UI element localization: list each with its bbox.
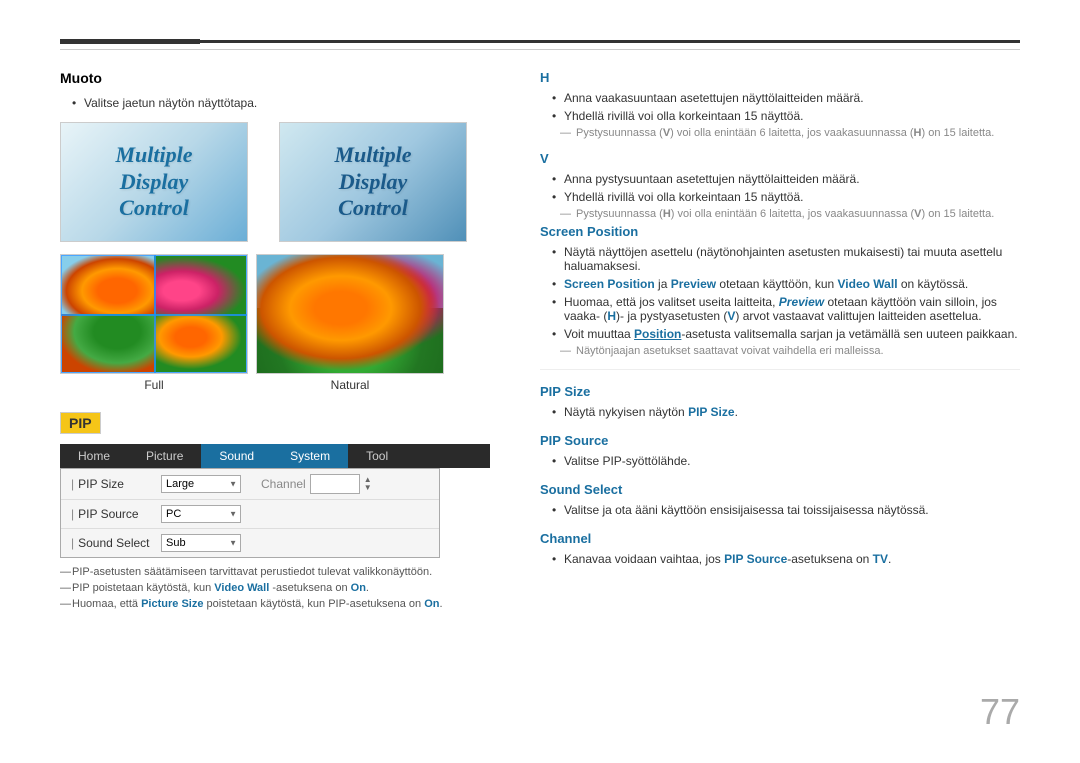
h-section-title: H xyxy=(540,70,1020,85)
pip-menu-home[interactable]: Home xyxy=(60,444,128,468)
sound-select-label: Sound Select xyxy=(71,536,161,550)
display-card-1: Multiple Display Control xyxy=(60,122,248,242)
image-item-natural: Natural xyxy=(256,254,444,392)
screen-pos-bullet-4: Voit muuttaa Position-asetusta valitsema… xyxy=(552,327,1020,341)
h-bullet-1: Anna vaakasuuntaan asetettujen näyttölai… xyxy=(552,91,1020,105)
spinner-down[interactable]: ▼ xyxy=(362,484,374,492)
pip-notes: PIP-asetusten säätämiseen tarvittavat pe… xyxy=(60,566,490,610)
display-cards-top: Multiple Display Control Multiple Displa… xyxy=(60,122,490,242)
right-separator xyxy=(540,369,1020,370)
pip-menu-bar: Home Picture Sound System Tool xyxy=(60,444,490,468)
display-card-2-text: Multiple Display Control xyxy=(334,142,411,221)
screen-position-title: Screen Position xyxy=(540,224,1020,239)
channel-input[interactable] xyxy=(310,474,360,494)
pip-badge: PIP xyxy=(60,412,101,434)
muoto-bullet-1: Valitse jaetun näytön näyttötapa. xyxy=(72,96,490,110)
pip-source-select-wrapper[interactable]: PC HDMI TV xyxy=(161,505,241,523)
top-rule-thin xyxy=(60,49,1020,50)
image-pair: Full Natural xyxy=(60,254,490,392)
screen-pos-bullet-2: Screen Position ja Preview otetaan käytt… xyxy=(552,277,1020,291)
h-bullet-2: Yhdellä rivillä voi olla korkeintaan 15 … xyxy=(552,109,1020,123)
page-container: Muoto Valitse jaetun näytön näyttötapa. … xyxy=(0,0,1080,763)
pip-size-select[interactable]: Large Medium Small xyxy=(161,475,241,493)
pip-section: PIP Home Picture Sound System Tool PIP S… xyxy=(60,412,490,610)
pip-menu-system[interactable]: System xyxy=(272,444,348,468)
main-content: Muoto Valitse jaetun näytön näyttötapa. … xyxy=(60,70,1020,614)
pip-size-row: PIP Size Large Medium Small Channel ▲ xyxy=(61,469,439,500)
pip-table: PIP Size Large Medium Small Channel ▲ xyxy=(60,468,440,558)
v-bullet-2: Yhdellä rivillä voi olla korkeintaan 15 … xyxy=(552,190,1020,204)
pip-size-right-bullet: Näytä nykyisen näytön PIP Size. xyxy=(552,405,1020,419)
pip-source-row: PIP Source PC HDMI TV xyxy=(61,500,439,529)
pip-size-select-wrapper[interactable]: Large Medium Small xyxy=(161,475,241,493)
sound-select-select[interactable]: Sub Main xyxy=(161,534,241,552)
image-label-full: Full xyxy=(144,378,163,392)
sound-select-wrapper[interactable]: Sub Main xyxy=(161,534,241,552)
screen-pos-bullet-1: Näytä näyttöjen asettelu (näytönohjainte… xyxy=(552,245,1020,273)
pip-note-3: Huomaa, että Picture Size poistetaan käy… xyxy=(60,598,490,610)
pip-note-1: PIP-asetusten säätämiseen tarvittavat pe… xyxy=(60,566,490,578)
sound-select-row: Sound Select Sub Main xyxy=(61,529,439,557)
pip-source-right-bullet: Valitse PIP-syöttölähde. xyxy=(552,454,1020,468)
top-rule xyxy=(60,40,1020,43)
image-label-natural: Natural xyxy=(331,378,370,392)
flower-full-image xyxy=(60,254,248,374)
pip-note-2: PIP poistetaan käytöstä, kun Video Wall … xyxy=(60,582,490,594)
v-section-title: V xyxy=(540,151,1020,166)
v-note: Pystysuunnassa (H) voi olla enintään 6 l… xyxy=(560,208,1020,220)
pip-source-label: PIP Source xyxy=(71,507,161,521)
channel-label: Channel xyxy=(261,477,306,491)
pip-source-select[interactable]: PC HDMI TV xyxy=(161,505,241,523)
pip-menu-sound[interactable]: Sound xyxy=(201,444,272,468)
flower-natural-image xyxy=(256,254,444,374)
screen-pos-note: Näytönjaajan asetukset saattavat voivat … xyxy=(560,345,1020,357)
display-card-1-text: Multiple Display Control xyxy=(115,142,192,221)
page-number: 77 xyxy=(980,691,1020,733)
left-column: Muoto Valitse jaetun näytön näyttötapa. … xyxy=(60,70,490,614)
grid-overlay-lines xyxy=(61,255,247,373)
channel-right-bullet: Kanavaa voidaan vaihtaa, jos PIP Source-… xyxy=(552,552,1020,566)
pip-size-label: PIP Size xyxy=(71,477,161,491)
pip-menu-tool[interactable]: Tool xyxy=(348,444,406,468)
pip-menu-picture[interactable]: Picture xyxy=(128,444,201,468)
sound-select-title: Sound Select xyxy=(540,482,1020,497)
display-card-2: Multiple Display Control xyxy=(279,122,467,242)
v-bullet-1: Anna pystysuuntaan asetettujen näyttölai… xyxy=(552,172,1020,186)
screen-pos-bullet-3: Huomaa, että jos valitset useita laittei… xyxy=(552,295,1020,323)
muoto-title: Muoto xyxy=(60,70,490,86)
sound-select-right-bullet: Valitse ja ota ääni käyttöön ensisijaise… xyxy=(552,503,1020,517)
channel-title: Channel xyxy=(540,531,1020,546)
right-column: H Anna vaakasuuntaan asetettujen näyttöl… xyxy=(520,70,1020,614)
channel-spinner[interactable]: ▲ ▼ xyxy=(362,476,374,492)
pip-source-title: PIP Source xyxy=(540,433,1020,448)
natural-flower-bg xyxy=(257,255,443,373)
h-note: Pystysuunnassa (V) voi olla enintään 6 l… xyxy=(560,127,1020,139)
pip-size-title: PIP Size xyxy=(540,384,1020,399)
image-item-full: Full xyxy=(60,254,248,392)
